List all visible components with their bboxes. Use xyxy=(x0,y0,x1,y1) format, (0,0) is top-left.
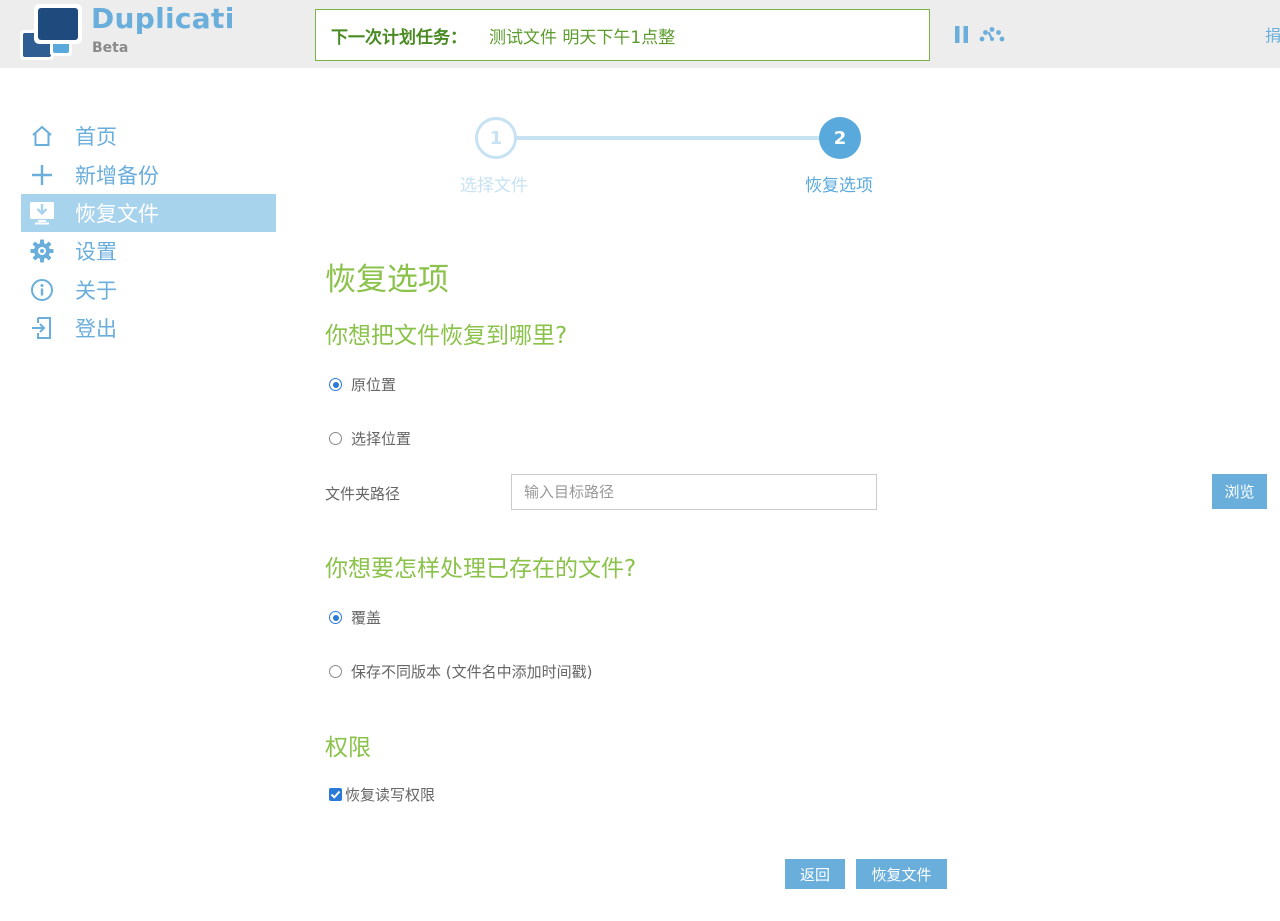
original-location-radio[interactable] xyxy=(329,378,342,391)
checkmark-icon xyxy=(330,790,341,799)
choose-location-radio[interactable] xyxy=(329,432,342,445)
info-icon xyxy=(29,277,55,303)
stepper-progress-line xyxy=(516,136,840,140)
brand-name[interactable]: Duplicati xyxy=(91,2,235,35)
folder-path-input[interactable] xyxy=(511,474,877,510)
duplicati-logo-icon[interactable] xyxy=(20,4,84,62)
save-versions-radio-option[interactable]: 保存不同版本 (文件名中添加时间戳) xyxy=(329,661,592,682)
sidebar-item-add-backup[interactable]: 新增备份 xyxy=(21,155,276,193)
overwrite-radio[interactable] xyxy=(329,611,342,624)
next-scheduled-task-box: 下一次计划任务： 测试文件 明天下午1点整 xyxy=(315,9,930,61)
throttle-speed-icon[interactable] xyxy=(978,25,1006,43)
sidebar-item-about[interactable]: 关于 xyxy=(21,271,276,309)
plus-icon xyxy=(29,162,55,188)
save-versions-label: 保存不同版本 (文件名中添加时间戳) xyxy=(351,663,593,681)
page-title: 恢复选项 xyxy=(325,262,449,298)
gear-icon xyxy=(29,238,55,264)
original-location-label: 原位置 xyxy=(351,376,397,394)
original-location-radio-option[interactable]: 原位置 xyxy=(329,374,396,395)
restore-location-heading: 你想把文件恢复到哪里? xyxy=(325,323,568,349)
sidebar-item-label: 登出 xyxy=(75,317,117,342)
step-1-circle[interactable]: 1 xyxy=(475,117,517,159)
sidebar-item-home[interactable]: 首页 xyxy=(21,117,276,155)
sidebar-item-label: 新增备份 xyxy=(75,163,159,188)
restore-stepper: 1 2 选择文件 恢复选项 xyxy=(420,115,940,205)
logout-icon xyxy=(29,315,55,341)
overwrite-radio-option[interactable]: 覆盖 xyxy=(329,607,381,628)
top-header: Duplicati Beta 下一次计划任务： 测试文件 明天下午1点整 捐 xyxy=(0,0,1280,68)
next-scheduled-task-label: 下一次计划任务： xyxy=(331,27,467,48)
overwrite-label: 覆盖 xyxy=(351,609,382,627)
back-button[interactable]: 返回 xyxy=(785,859,845,889)
sidebar-item-logout[interactable]: 登出 xyxy=(21,309,276,347)
step-2-label: 恢复选项 xyxy=(805,176,873,196)
restore-files-button[interactable]: 恢复文件 xyxy=(856,859,947,889)
donate-link[interactable]: 捐 xyxy=(1265,22,1280,46)
existing-files-heading: 你想要怎样处理已存在的文件? xyxy=(325,556,637,582)
save-versions-radio[interactable] xyxy=(329,665,342,678)
sidebar-item-label: 首页 xyxy=(75,125,117,150)
step-2-circle: 2 xyxy=(819,117,861,159)
choose-location-label: 选择位置 xyxy=(351,430,412,448)
restore-permissions-checkbox[interactable] xyxy=(329,788,342,801)
folder-path-label: 文件夹路径 xyxy=(325,485,401,503)
next-scheduled-task-value[interactable]: 测试文件 明天下午1点整 xyxy=(489,23,675,48)
sidebar-item-restore[interactable]: 恢复文件 xyxy=(21,193,276,233)
restore-permissions-checkbox-option[interactable]: 恢复读写权限 xyxy=(329,784,435,805)
step-1-label[interactable]: 选择文件 xyxy=(460,171,528,196)
sidebar-nav: 首页 新增备份 恢复文件 设置 关于 登出 xyxy=(21,117,276,347)
restore-icon xyxy=(29,200,55,226)
permissions-heading: 权限 xyxy=(325,735,371,761)
sidebar-item-settings[interactable]: 设置 xyxy=(21,232,276,270)
pause-icon[interactable] xyxy=(955,26,969,43)
restore-permissions-label: 恢复读写权限 xyxy=(345,786,436,804)
browse-button[interactable]: 浏览 xyxy=(1212,474,1267,509)
sidebar-item-label: 恢复文件 xyxy=(75,201,159,226)
sidebar-item-label: 关于 xyxy=(75,278,117,303)
sidebar-item-label: 设置 xyxy=(75,240,117,265)
brand-edition: Beta xyxy=(92,40,129,56)
choose-location-radio-option[interactable]: 选择位置 xyxy=(329,428,411,449)
home-icon xyxy=(29,123,55,149)
